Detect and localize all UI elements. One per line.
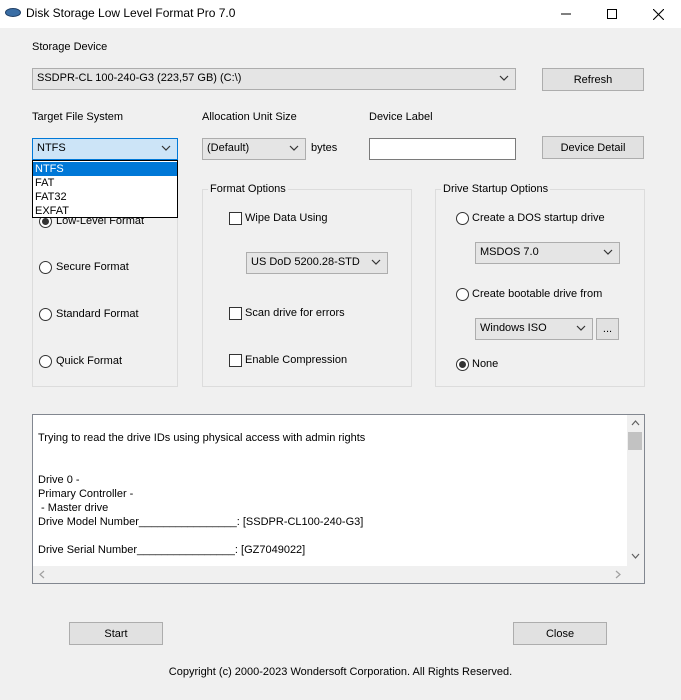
scroll-left-icon[interactable]	[39, 570, 45, 579]
log-line: Drive 0 -	[38, 474, 80, 486]
bootable-source-select[interactable]: Windows ISO	[475, 318, 593, 340]
log-line: - Master drive	[38, 502, 109, 514]
dos-startup-radio[interactable]	[456, 212, 469, 225]
maximize-icon	[607, 9, 617, 19]
chevron-down-icon	[371, 259, 381, 265]
dos-version-value: MSDOS 7.0	[480, 246, 539, 258]
scroll-up-icon[interactable]	[631, 420, 640, 426]
secure-label: Secure Format	[56, 261, 129, 273]
target-fs-value: NTFS	[37, 142, 66, 154]
device-label-label: Device Label	[369, 111, 433, 123]
compression-checkbox[interactable]	[229, 354, 242, 367]
device-detail-button[interactable]: Device Detail	[542, 136, 644, 159]
bootable-option[interactable]: Create bootable drive from	[456, 288, 636, 304]
refresh-button[interactable]: Refresh	[542, 68, 644, 91]
target-fs-dropdown-list: NTFS FAT FAT32 EXFAT	[32, 160, 178, 218]
disk-icon	[5, 8, 21, 17]
chevron-down-icon	[289, 145, 299, 151]
none-option[interactable]: None	[456, 358, 556, 374]
chevron-down-icon	[499, 75, 509, 81]
allocation-unit: bytes	[311, 142, 338, 154]
chevron-down-icon	[603, 249, 613, 255]
browse-iso-button[interactable]: ...	[596, 318, 619, 340]
minimize-icon	[561, 13, 571, 15]
compression-label: Enable Compression	[245, 354, 348, 366]
chevron-down-icon	[161, 145, 171, 151]
target-fs-select[interactable]: NTFS	[32, 138, 178, 160]
secure-radio[interactable]	[39, 261, 52, 274]
quick-radio[interactable]	[39, 355, 52, 368]
maximize-button[interactable]	[589, 0, 635, 28]
wipe-method-value: US DoD 5200.28-STD	[251, 256, 360, 268]
vertical-scrollbar[interactable]	[627, 415, 644, 566]
close-button[interactable]: Close	[513, 622, 607, 645]
target-fs-label: Target File System	[32, 111, 124, 123]
minimize-button[interactable]	[543, 0, 589, 28]
start-button[interactable]: Start	[69, 622, 163, 645]
wipe-data-option[interactable]: Wipe Data Using	[229, 212, 399, 228]
storage-device-select[interactable]: SSDPR-CL 100-240-G3 (223,57 GB) (C:\)	[32, 68, 516, 90]
scan-drive-option[interactable]: Scan drive for errors	[229, 307, 399, 323]
wipe-data-label: Wipe Data Using	[245, 212, 328, 224]
allocation-value: (Default)	[207, 142, 250, 154]
format-option-standard[interactable]: Standard Format	[39, 308, 177, 324]
log-line: Trying to read the drive IDs using physi…	[38, 432, 366, 444]
scroll-down-icon[interactable]	[631, 553, 640, 559]
close-window-button[interactable]	[635, 0, 681, 28]
copyright-text: Copyright (c) 2000-2023 Wondersoft Corpo…	[168, 666, 513, 678]
allocation-label: Allocation Unit Size	[202, 111, 297, 123]
target-fs-option[interactable]: NTFS	[33, 162, 177, 176]
chevron-down-icon	[576, 325, 586, 331]
vertical-scroll-thumb[interactable]	[628, 432, 642, 450]
allocation-select[interactable]: (Default)	[202, 138, 306, 160]
title-bar[interactable]: Disk Storage Low Level Format Pro 7.0	[0, 0, 681, 28]
quick-label: Quick Format	[56, 355, 123, 367]
standard-radio[interactable]	[39, 308, 52, 321]
device-label-input[interactable]	[369, 138, 516, 160]
horizontal-scrollbar[interactable]	[33, 566, 627, 583]
window-title: Disk Storage Low Level Format Pro 7.0	[26, 6, 236, 20]
log-output[interactable]: Trying to read the drive IDs using physi…	[32, 414, 645, 584]
bootable-label: Create bootable drive from	[472, 288, 603, 300]
target-fs-option[interactable]: FAT	[33, 176, 177, 190]
wipe-method-select[interactable]: US DoD 5200.28-STD	[246, 252, 388, 274]
target-fs-option[interactable]: FAT32	[33, 190, 177, 204]
startup-options-title: Drive Startup Options	[441, 183, 551, 195]
format-options-title: Format Options	[208, 183, 288, 195]
compression-option[interactable]: Enable Compression	[229, 354, 399, 370]
storage-device-value: SSDPR-CL 100-240-G3 (223,57 GB) (C:\)	[37, 72, 242, 84]
dos-version-select[interactable]: MSDOS 7.0	[475, 242, 620, 264]
close-icon	[652, 8, 664, 20]
bootable-radio[interactable]	[456, 288, 469, 301]
scan-drive-label: Scan drive for errors	[245, 307, 345, 319]
target-fs-option[interactable]: EXFAT	[33, 204, 177, 218]
wipe-data-checkbox[interactable]	[229, 212, 242, 225]
standard-label: Standard Format	[56, 308, 139, 320]
log-line: Drive Serial Number________________: [GZ…	[38, 544, 306, 556]
storage-device-label: Storage Device	[32, 41, 108, 53]
log-line: Primary Controller -	[38, 488, 134, 500]
scan-drive-checkbox[interactable]	[229, 307, 242, 320]
none-label: None	[472, 358, 499, 370]
dos-startup-option[interactable]: Create a DOS startup drive	[456, 212, 636, 228]
dos-startup-label: Create a DOS startup drive	[472, 212, 605, 224]
log-line: Drive Model Number________________: [SSD…	[38, 516, 364, 528]
bootable-source-value: Windows ISO	[480, 322, 547, 334]
none-radio[interactable]	[456, 358, 469, 371]
scroll-right-icon[interactable]	[615, 570, 621, 579]
format-option-quick[interactable]: Quick Format	[39, 355, 177, 371]
format-option-secure[interactable]: Secure Format	[39, 261, 177, 277]
scroll-corner	[627, 566, 644, 583]
